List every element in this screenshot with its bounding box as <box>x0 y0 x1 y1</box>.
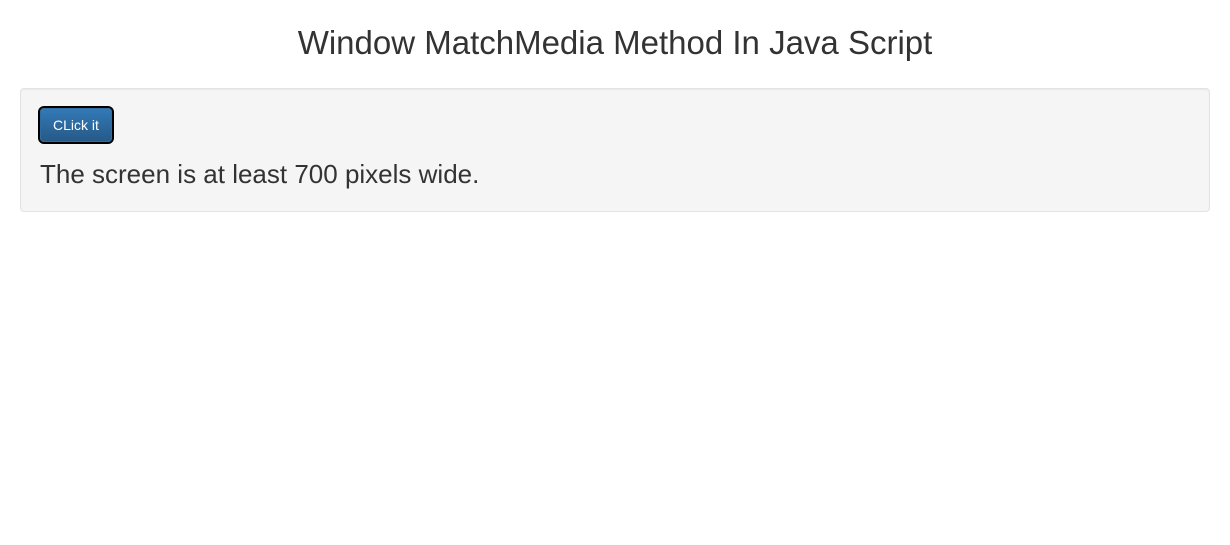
page-title: Window MatchMedia Method In Java Script <box>20 24 1210 62</box>
output-well: CLick it The screen is at least 700 pixe… <box>20 88 1210 212</box>
click-it-button[interactable]: CLick it <box>40 108 112 142</box>
result-text: The screen is at least 700 pixels wide. <box>40 156 1190 192</box>
